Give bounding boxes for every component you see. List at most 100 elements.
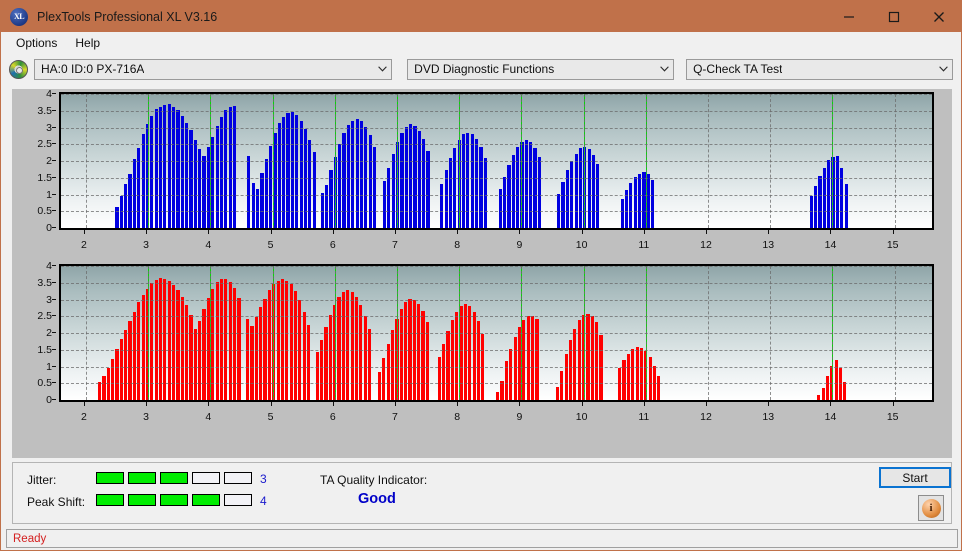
- x-axis-tick: [394, 402, 396, 406]
- x-axis-tick-label: 11: [638, 411, 650, 423]
- window-title: PlexTools Professional XL V3.16: [37, 9, 218, 24]
- y-axis-tick-label: 0.5: [37, 205, 52, 218]
- y-axis-tick: [52, 365, 56, 367]
- meter-segment: [96, 494, 124, 506]
- app-window: XL PlexTools Professional XL V3.16 Optio…: [0, 0, 962, 551]
- x-axis-tick: [332, 230, 334, 234]
- gridline-horizontal: [61, 299, 932, 301]
- chart-bar: [372, 146, 377, 228]
- test-select[interactable]: Q-Check TA Test: [686, 58, 954, 80]
- chart-bar: [555, 387, 560, 400]
- x-axis-tick: [332, 402, 334, 406]
- chart-bar: [537, 156, 541, 228]
- chart-bar: [167, 104, 171, 228]
- peakshift-chart-y-axis: 0 0.5 1 1.5 2 2.5 3 3.5 4: [12, 260, 56, 406]
- chart-bar: [440, 183, 444, 228]
- jitter-chart-y-axis: 0 0.5 1 1.5 2 2.5 3 3.5 4: [12, 88, 56, 234]
- x-axis-tick-label: 10: [575, 411, 588, 423]
- drive-select[interactable]: HA:0 ID:0 PX-716A: [34, 58, 393, 80]
- menu-item-options[interactable]: Options: [7, 34, 66, 52]
- x-axis-tick: [83, 230, 85, 234]
- chart-bar: [818, 176, 822, 228]
- chart-bar: [251, 182, 255, 228]
- chart-bar: [596, 164, 600, 228]
- chart-bar: [822, 167, 826, 228]
- chart-bar: [651, 180, 655, 228]
- meter-segment: [192, 494, 220, 506]
- menu-item-help[interactable]: Help: [66, 34, 109, 52]
- chart-bar: [511, 154, 515, 228]
- chart-bar: [163, 278, 167, 400]
- x-axis-tick-label: 4: [205, 411, 212, 423]
- close-icon[interactable]: [916, 1, 961, 32]
- chart-bar: [338, 143, 342, 228]
- ta-quality-value: Good: [358, 491, 396, 507]
- y-axis-tick: [52, 281, 56, 283]
- chart-bar: [211, 136, 215, 228]
- results-panel: Jitter: 3 Peak Shift: 4 TA Quality Indic…: [12, 462, 952, 524]
- gridline-horizontal: [61, 161, 932, 162]
- gridline-horizontal: [61, 127, 932, 129]
- chart-bar: [124, 184, 128, 228]
- app-logo-icon: XL: [10, 7, 28, 26]
- chart-bar: [337, 296, 341, 400]
- chart-bar: [400, 132, 404, 228]
- chart-bar: [193, 140, 197, 228]
- chart-bar: [342, 132, 346, 228]
- y-axis-tick-label: 0: [46, 222, 52, 234]
- gridline-vertical: [148, 94, 150, 228]
- x-axis-tick-label: 5: [267, 239, 274, 251]
- y-axis-tick-label: 0.5: [37, 377, 52, 390]
- x-axis-tick: [270, 402, 272, 406]
- chart-bar: [468, 306, 472, 400]
- chart-bar: [453, 147, 457, 228]
- chart-bar: [124, 330, 128, 400]
- x-axis-tick-label: 9: [516, 239, 523, 251]
- start-button[interactable]: Start: [879, 467, 951, 488]
- info-button[interactable]: i: [918, 495, 944, 521]
- chart-bar: [463, 304, 467, 400]
- chart-bar: [367, 328, 372, 400]
- gridline-horizontal: [61, 282, 932, 284]
- x-axis-tick: [768, 402, 770, 406]
- x-axis-tick-label: 8: [454, 239, 461, 251]
- chart-bar: [524, 140, 528, 228]
- y-axis-tick-label: 3.5: [37, 104, 52, 117]
- chart-bar: [479, 146, 483, 228]
- meter-segment: [160, 472, 188, 484]
- y-axis-tick-label: 2: [46, 327, 52, 339]
- minimize-icon[interactable]: [826, 1, 871, 32]
- chart-bar: [158, 106, 163, 228]
- chart-bar: [817, 394, 821, 400]
- gridline-vertical: [210, 266, 212, 400]
- chart-bar: [639, 348, 644, 400]
- function-select-value: DVD Diagnostic Functions: [414, 62, 555, 76]
- function-select[interactable]: DVD Diagnostic Functions: [407, 58, 675, 80]
- y-axis-tick: [52, 227, 56, 228]
- chart-bar: [843, 381, 847, 400]
- jitter-chart-x-axis: 2 3 4 5 6 7 8 9 10 11 12 13 14 15: [59, 230, 934, 258]
- y-axis-tick-label: 3: [46, 293, 52, 306]
- chart-bar: [368, 134, 372, 228]
- meter-segment: [96, 472, 124, 484]
- x-axis-tick-label: 12: [700, 239, 712, 251]
- drive-select-value: HA:0 ID:0 PX-716A: [41, 62, 145, 76]
- maximize-icon[interactable]: [871, 1, 916, 32]
- chart-bar: [119, 339, 123, 400]
- meter-segment: [224, 472, 252, 484]
- chart-bar: [513, 337, 517, 400]
- chart-bar: [466, 132, 470, 228]
- gridline-vertical: [708, 94, 710, 228]
- y-axis-tick: [52, 193, 56, 195]
- chart-bar: [312, 151, 316, 228]
- chevron-down-icon: [655, 60, 673, 79]
- gridline-vertical: [521, 266, 523, 400]
- x-axis-tick: [394, 230, 396, 234]
- y-axis-tick-label: 3.5: [37, 276, 52, 289]
- chart-bar: [421, 311, 425, 400]
- x-axis-tick-label: 15: [886, 239, 899, 251]
- chart-bar: [637, 173, 642, 228]
- chart-bar: [111, 359, 115, 400]
- y-axis-tick-label: 1: [46, 188, 52, 201]
- chart-bar: [193, 328, 197, 400]
